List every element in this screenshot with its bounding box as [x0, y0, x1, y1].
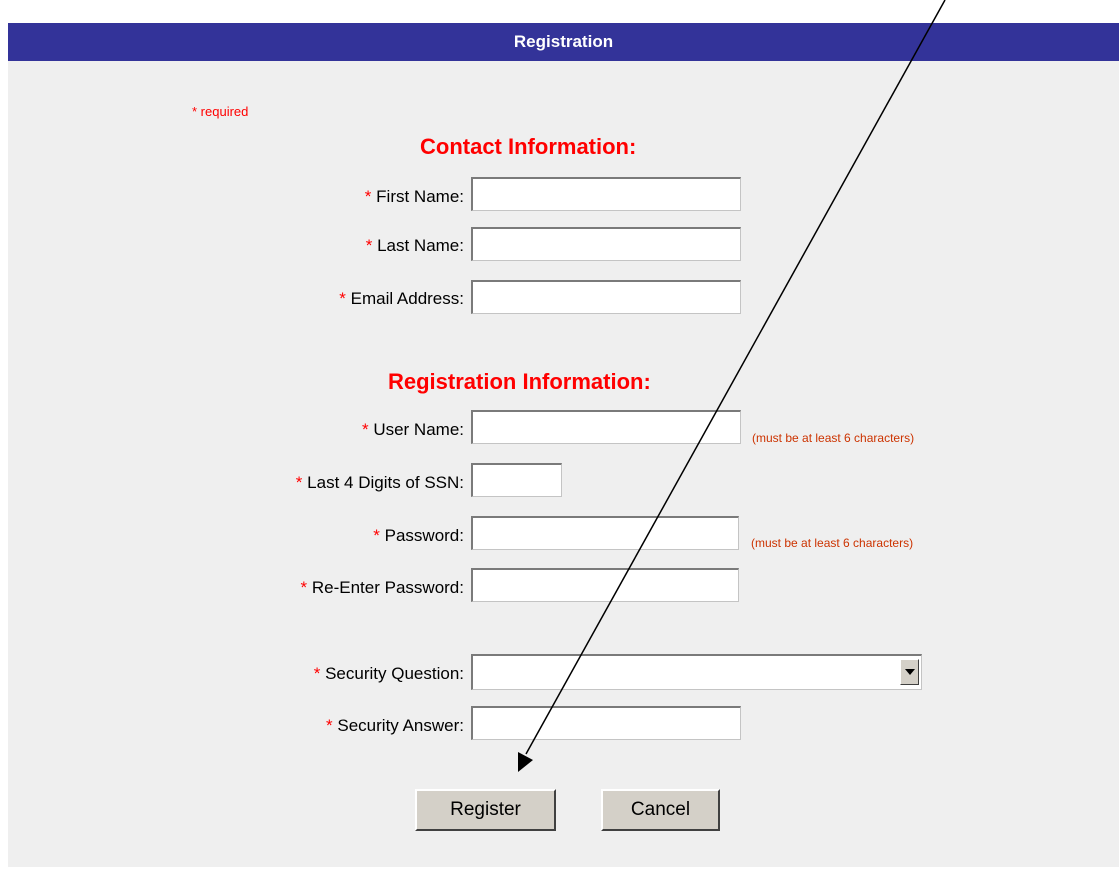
required-star: *: [313, 664, 321, 683]
registration-section-title: Registration Information:: [388, 369, 651, 394]
contact-section-title: Contact Information:: [420, 134, 637, 159]
cancel-button[interactable]: Cancel: [601, 789, 720, 831]
reenter-password-label-text: Re-Enter Password:: [311, 578, 464, 597]
required-star: *: [361, 420, 369, 439]
first-name-input[interactable]: [471, 177, 741, 211]
security-answer-input[interactable]: [471, 706, 741, 740]
ssn-label: * Last 4 Digits of SSN:: [296, 473, 464, 493]
user-name-label: * User Name:: [362, 420, 464, 440]
first-name-label: * First Name:: [365, 187, 464, 207]
required-star: *: [300, 578, 308, 597]
reenter-password-label: * Re-Enter Password:: [301, 578, 464, 598]
page-title: Registration: [513, 32, 614, 51]
required-star: *: [364, 187, 372, 206]
required-note: * required: [192, 104, 249, 119]
required-star: *: [326, 716, 333, 735]
password-label: * Password:: [373, 526, 464, 546]
user-name-input[interactable]: [471, 410, 741, 444]
page-header: Registration: [8, 23, 1119, 61]
ssn-label-text: Last 4 Digits of SSN:: [307, 473, 464, 492]
dropdown-button[interactable]: [900, 659, 919, 685]
user-name-hint: (must be at least 6 characters): [752, 431, 915, 445]
security-question-select[interactable]: [471, 654, 922, 690]
password-label-text: Password:: [384, 526, 464, 545]
password-hint: (must be at least 6 characters): [751, 536, 914, 550]
user-name-label-text: User Name:: [373, 420, 464, 439]
security-question-label-text: Security Question:: [325, 664, 464, 683]
reenter-password-input[interactable]: [471, 568, 739, 602]
security-question-label: * Security Question:: [314, 664, 464, 684]
first-name-label-text: First Name:: [376, 187, 464, 206]
email-input[interactable]: [471, 280, 741, 314]
security-answer-label-text: Security Answer:: [337, 716, 464, 735]
ssn-last4-input[interactable]: [471, 463, 562, 497]
required-star: *: [295, 473, 303, 492]
security-answer-label: * Security Answer:: [326, 716, 464, 736]
last-name-input[interactable]: [471, 227, 741, 261]
password-input[interactable]: [471, 516, 739, 550]
last-name-label-text: Last Name:: [377, 236, 464, 255]
required-star: *: [373, 526, 380, 545]
email-label: * Email Address:: [339, 289, 464, 309]
required-star: *: [365, 236, 373, 255]
last-name-label: * Last Name:: [366, 236, 464, 256]
triangle-down-icon: [904, 669, 915, 675]
email-label-text: Email Address:: [350, 289, 464, 308]
register-button[interactable]: Register: [415, 789, 556, 831]
required-star: *: [339, 289, 346, 308]
